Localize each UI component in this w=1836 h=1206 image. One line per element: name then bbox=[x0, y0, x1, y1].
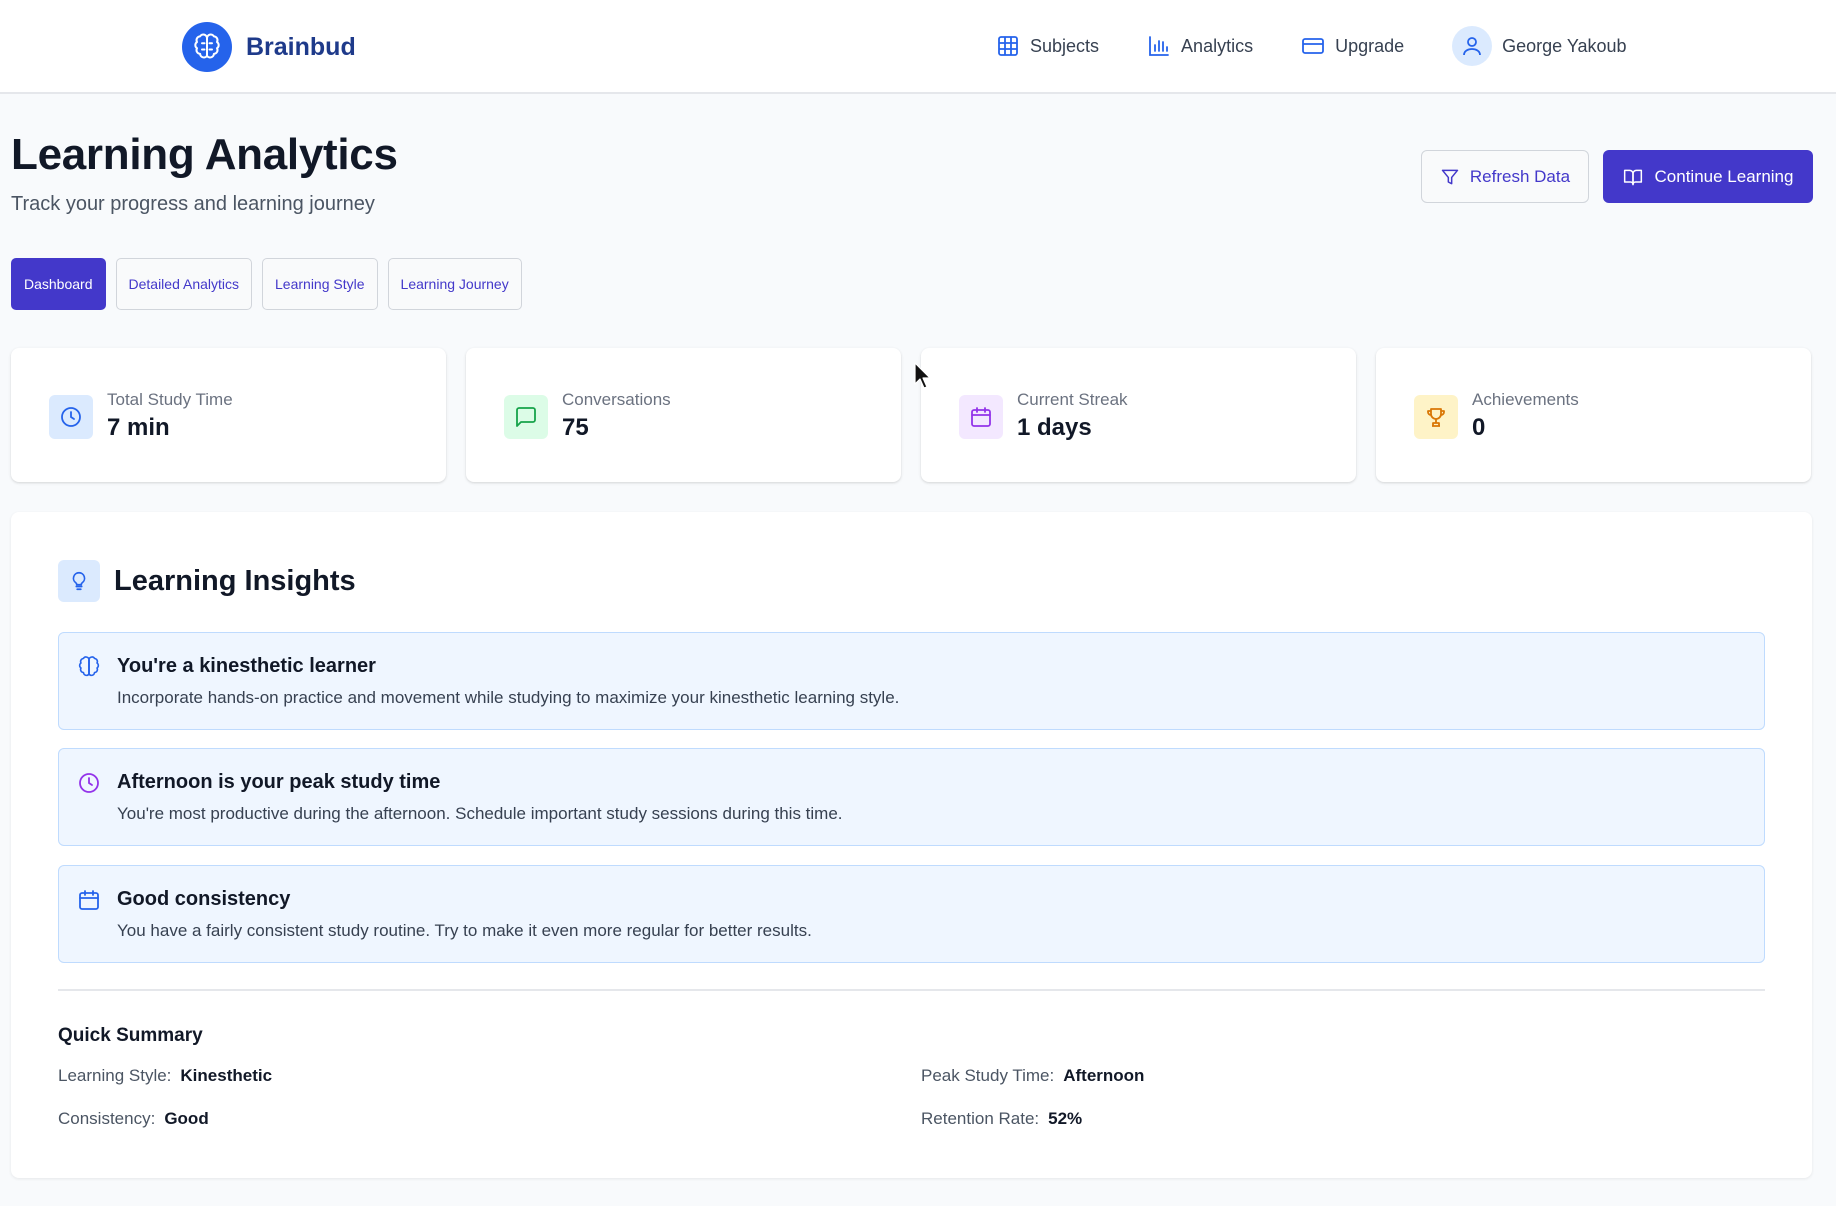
summary-label: Retention Rate: bbox=[921, 1109, 1040, 1128]
user-name: George Yakoub bbox=[1502, 35, 1627, 56]
calendar-icon bbox=[79, 890, 99, 910]
summary-label: Learning Style: bbox=[58, 1066, 172, 1085]
summary-peak-study-time: Peak Study Time: Afternoon bbox=[921, 1066, 1144, 1086]
stat-card-conversations: Conversations 75 bbox=[466, 348, 901, 482]
stat-card-current-streak: Current Streak 1 days bbox=[921, 348, 1356, 482]
continue-learning-button[interactable]: Continue Learning bbox=[1603, 150, 1813, 203]
refresh-data-button[interactable]: Refresh Data bbox=[1421, 150, 1589, 203]
summary-learning-style: Learning Style: Kinesthetic bbox=[58, 1066, 272, 1086]
top-navigation-bar: Brainbud Subjects Analytics Upgrade Geor… bbox=[0, 0, 1836, 94]
summary-label: Consistency: bbox=[58, 1109, 156, 1128]
divider bbox=[58, 989, 1765, 991]
insight-description: Incorporate hands-on practice and moveme… bbox=[117, 688, 900, 707]
quick-summary-title: Quick Summary bbox=[58, 1025, 203, 1046]
stat-label: Conversations bbox=[562, 390, 671, 409]
insight-title: Afternoon is your peak study time bbox=[117, 771, 441, 793]
insight-description: You have a fairly consistent study routi… bbox=[117, 921, 812, 940]
user-menu[interactable]: George Yakoub bbox=[1452, 26, 1627, 66]
brand[interactable]: Brainbud bbox=[182, 22, 356, 72]
bar-chart-icon bbox=[1149, 36, 1169, 56]
lightbulb-icon bbox=[58, 560, 100, 602]
mouse-cursor-icon bbox=[914, 362, 931, 389]
brain-icon bbox=[78, 656, 100, 677]
summary-value: Kinesthetic bbox=[180, 1066, 273, 1085]
page-subtitle: Track your progress and learning journey bbox=[11, 193, 375, 215]
stat-value: 75 bbox=[562, 414, 589, 441]
tab-learning-journey[interactable]: Learning Journey bbox=[387, 258, 522, 310]
continue-learning-label: Continue Learning bbox=[1654, 166, 1794, 186]
nav-subjects[interactable]: Subjects bbox=[996, 26, 1099, 66]
insight-title: Good consistency bbox=[117, 888, 291, 910]
calendar-icon bbox=[959, 395, 1003, 439]
stat-card-achievements: Achievements 0 bbox=[1376, 348, 1811, 482]
insights-header: Learning Insights bbox=[58, 560, 356, 602]
summary-label: Peak Study Time: bbox=[921, 1066, 1055, 1085]
insight-card-consistency: Good consistency You have a fairly consi… bbox=[58, 865, 1765, 963]
insight-card-peak-time: Afternoon is your peak study time You're… bbox=[58, 748, 1765, 846]
insight-card-learning-style: You're a kinesthetic learner Incorporate… bbox=[58, 632, 1765, 730]
insight-description: You're most productive during the aftern… bbox=[117, 804, 843, 823]
summary-value: Good bbox=[164, 1109, 209, 1128]
filter-icon bbox=[1441, 169, 1459, 184]
stat-value: 7 min bbox=[107, 414, 170, 441]
stat-value: 1 days bbox=[1017, 414, 1092, 441]
stat-label: Total Study Time bbox=[107, 390, 233, 409]
summary-value: 52% bbox=[1048, 1109, 1083, 1128]
tab-learning-style[interactable]: Learning Style bbox=[262, 258, 378, 310]
book-open-icon bbox=[1623, 169, 1642, 185]
avatar bbox=[1452, 26, 1493, 66]
page-title: Learning Analytics bbox=[11, 130, 398, 179]
credit-card-icon bbox=[1302, 38, 1324, 54]
grid-icon bbox=[998, 36, 1018, 56]
insight-title: You're a kinesthetic learner bbox=[117, 655, 376, 677]
summary-value: Afternoon bbox=[1063, 1066, 1145, 1085]
clock-icon bbox=[49, 395, 93, 439]
tab-dashboard[interactable]: Dashboard bbox=[11, 258, 106, 310]
stat-value: 0 bbox=[1472, 414, 1486, 441]
learning-insights-panel: Learning Insights You're a kinesthetic l… bbox=[11, 512, 1812, 1178]
nav-upgrade[interactable]: Upgrade bbox=[1301, 26, 1404, 66]
trophy-icon bbox=[1414, 395, 1458, 439]
analytics-tabs: Dashboard Detailed Analytics Learning St… bbox=[11, 258, 522, 310]
summary-retention-rate: Retention Rate: 52% bbox=[921, 1109, 1082, 1129]
brand-name: Brainbud bbox=[246, 32, 356, 61]
brain-logo-icon bbox=[182, 22, 232, 72]
nav-subjects-label: Subjects bbox=[1030, 35, 1100, 56]
refresh-data-label: Refresh Data bbox=[1469, 166, 1571, 186]
user-icon bbox=[1463, 37, 1482, 56]
tab-detailed-analytics[interactable]: Detailed Analytics bbox=[115, 258, 253, 310]
nav-analytics-label: Analytics bbox=[1181, 35, 1254, 56]
clock-icon bbox=[79, 773, 99, 793]
stat-label: Current Streak bbox=[1017, 390, 1128, 409]
nav-analytics[interactable]: Analytics bbox=[1147, 26, 1253, 66]
nav-upgrade-label: Upgrade bbox=[1335, 35, 1405, 56]
message-icon bbox=[504, 395, 548, 439]
insights-title: Learning Insights bbox=[114, 564, 356, 597]
main-nav: Subjects Analytics Upgrade George Yakoub bbox=[996, 26, 1627, 66]
stat-card-study-time: Total Study Time 7 min bbox=[11, 348, 446, 482]
summary-consistency: Consistency: Good bbox=[58, 1109, 209, 1129]
stat-label: Achievements bbox=[1472, 390, 1579, 409]
